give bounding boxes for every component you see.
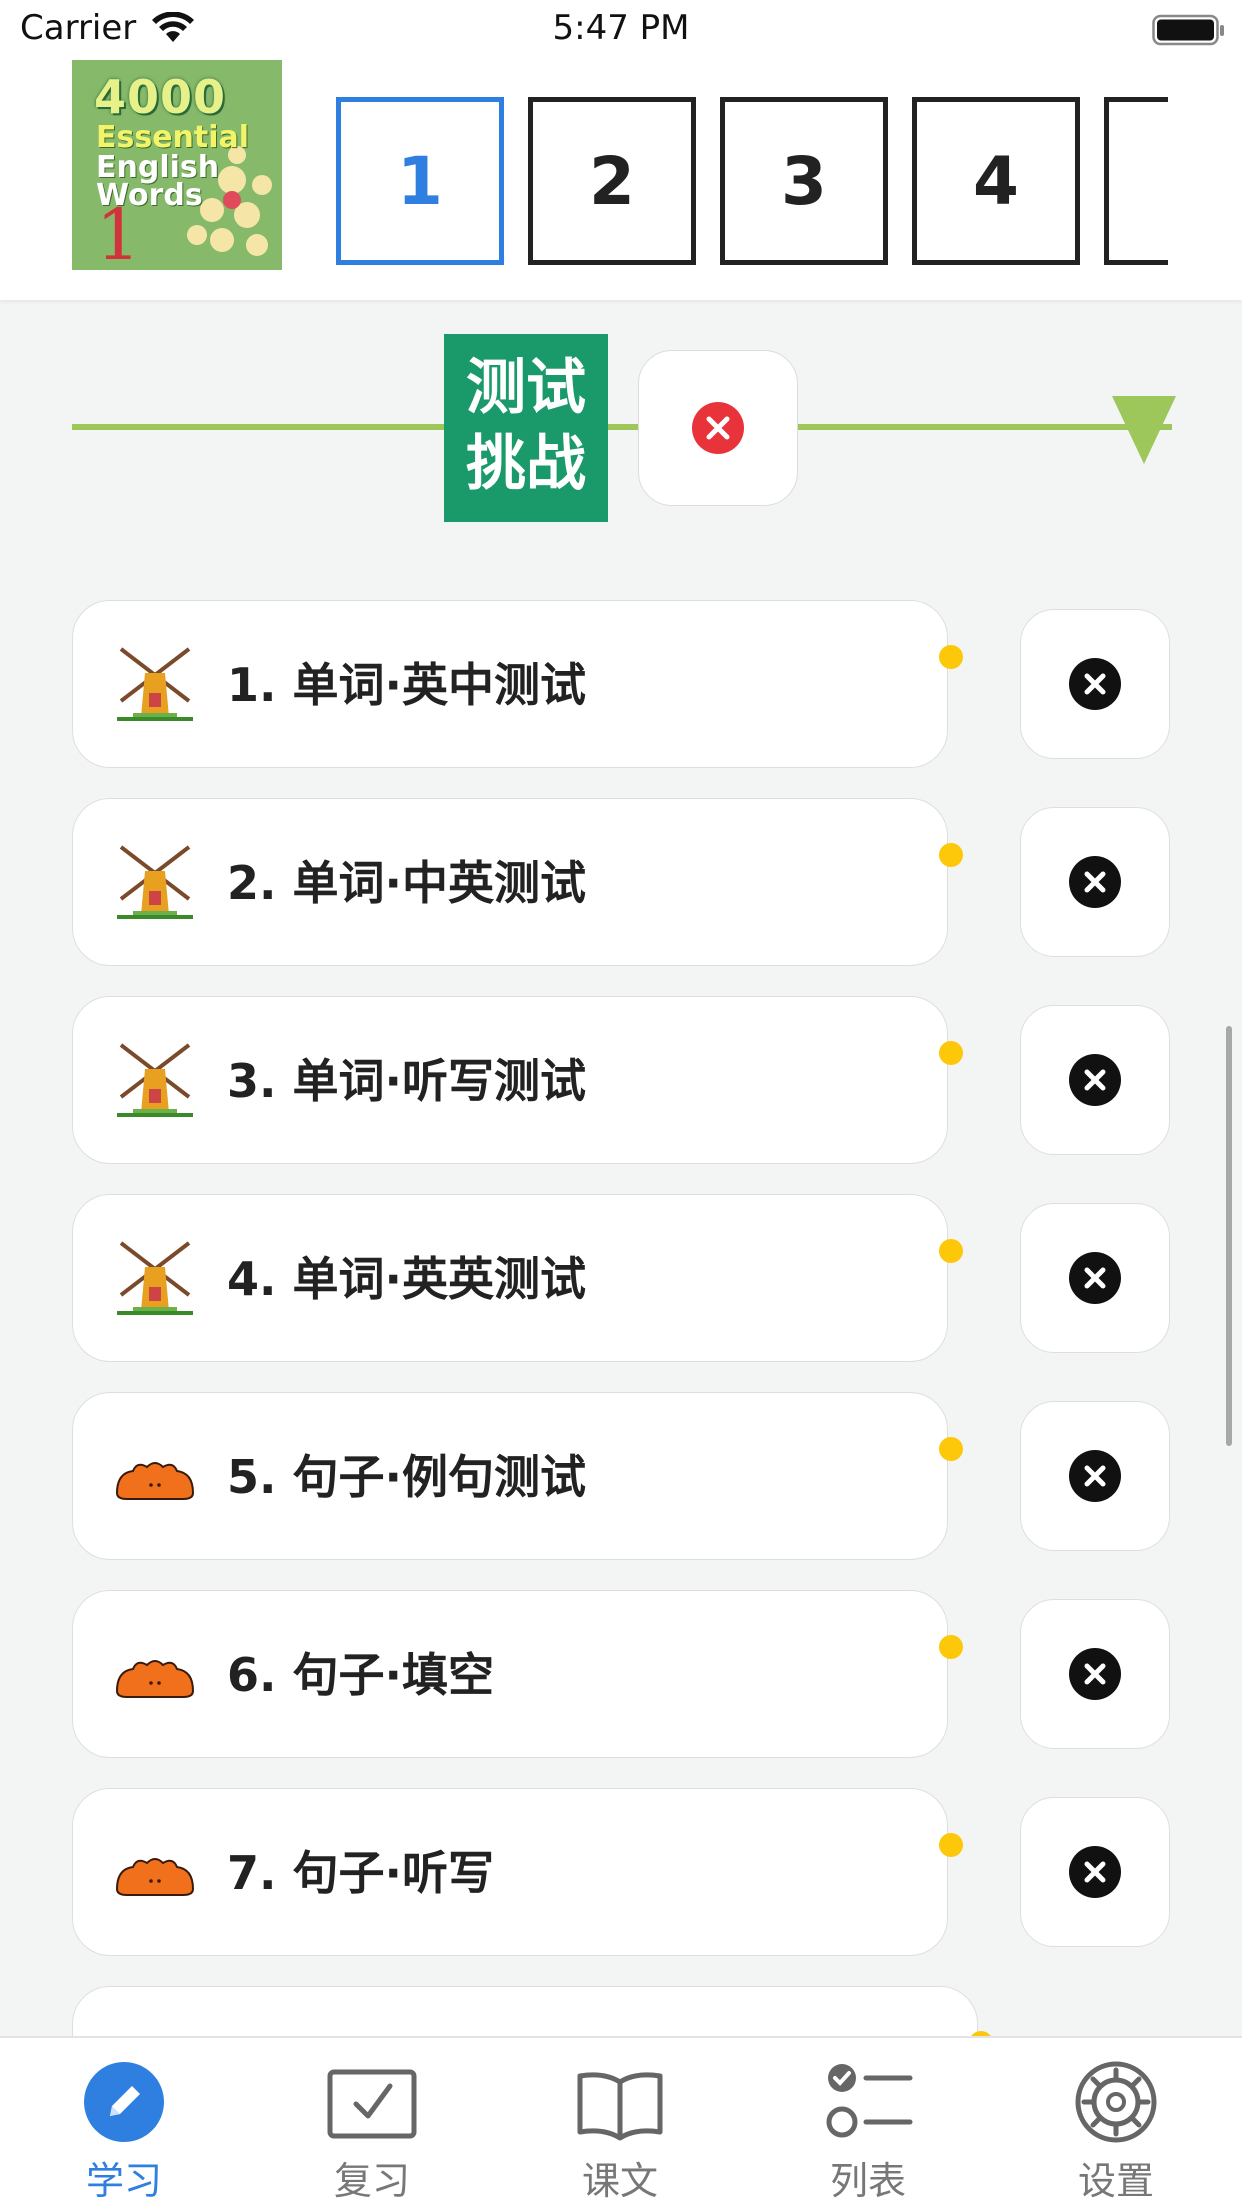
close-icon	[1069, 658, 1121, 710]
windmill-icon	[113, 843, 197, 927]
track-end-arrow-icon	[1112, 396, 1176, 468]
exercise-label: 2. 单词·中英测试	[227, 856, 586, 910]
book-cover[interactable]: 4000 Essential English Words 1	[72, 60, 282, 270]
scrollbar[interactable]	[1226, 1026, 1232, 1446]
tab-label: 列表	[829, 2159, 906, 2203]
book-icon	[574, 2056, 666, 2148]
tab-label: 设置	[1077, 2159, 1154, 2203]
exercise-status-button-2[interactable]	[1020, 807, 1170, 957]
windmill-icon	[113, 645, 197, 729]
windmill-icon	[113, 1041, 197, 1125]
exercise-status-button-7[interactable]	[1020, 1797, 1170, 1947]
header: 4000 Essential English Words 1 1 2 3 4	[0, 60, 1242, 300]
exercise-status-button-4[interactable]	[1020, 1203, 1170, 1353]
tab-label: 学习	[85, 2159, 162, 2203]
progress-track	[72, 424, 1172, 430]
battery-icon	[1152, 14, 1226, 52]
cover-title-number: 4000	[94, 70, 227, 124]
orange-creature-icon	[113, 1437, 197, 1521]
exercise-item-1[interactable]: 1. 单词·英中测试	[72, 600, 963, 768]
exercise-label: 6. 句子·填空	[227, 1648, 494, 1702]
exercise-item-2[interactable]: 2. 单词·中英测试	[72, 798, 963, 966]
unit-button-3[interactable]: 3	[720, 97, 888, 265]
exercise-status-button-5[interactable]	[1020, 1401, 1170, 1551]
unit-button-4[interactable]: 4	[912, 97, 1080, 265]
orange-creature-icon	[113, 1833, 197, 1917]
unit-selector[interactable]: 1 2 3 4	[336, 60, 1168, 300]
exercise-item-6[interactable]: 6. 句子·填空	[72, 1590, 963, 1758]
status-dot	[939, 843, 963, 867]
unit-button-5-partial[interactable]	[1104, 97, 1168, 265]
challenge-button[interactable]: 测试 挑战	[444, 334, 608, 522]
challenge-label-line2: 挑战	[466, 429, 586, 499]
exercise-item-3[interactable]: 3. 单词·听写测试	[72, 996, 963, 1164]
exercise-label: 7. 句子·听写	[227, 1846, 494, 1900]
status-bar: Carrier 5:47 PM	[0, 0, 1242, 60]
tab-label: 复习	[333, 2159, 410, 2203]
exercise-label: 1. 单词·英中测试	[227, 658, 586, 712]
close-icon	[1069, 856, 1121, 908]
clock: 5:47 PM	[552, 8, 690, 48]
tab-text[interactable]: 课文	[496, 2038, 744, 2208]
unit-button-2[interactable]: 2	[528, 97, 696, 265]
exercise-item-7[interactable]: 7. 句子·听写	[72, 1788, 963, 1956]
exercise-label: 5. 句子·例句测试	[227, 1450, 586, 1504]
exercise-status-button-3[interactable]	[1020, 1005, 1170, 1155]
status-dot	[939, 1437, 963, 1461]
close-icon	[1069, 1054, 1121, 1106]
pencil-icon	[78, 2056, 170, 2148]
status-dot	[939, 1635, 963, 1659]
tab-study[interactable]: 学习	[0, 2038, 248, 2208]
exercise-status-button-6[interactable]	[1020, 1599, 1170, 1749]
cover-volume: 1	[96, 194, 141, 270]
orange-creature-icon	[113, 1635, 197, 1719]
tab-review[interactable]: 复习	[248, 2038, 496, 2208]
close-icon	[1069, 1252, 1121, 1304]
tab-bar: 学习 复习 课文 列表 设置	[0, 2036, 1242, 2208]
windmill-icon	[113, 1239, 197, 1323]
status-dot	[939, 645, 963, 669]
checklist-icon	[822, 2056, 914, 2148]
exercise-item-4[interactable]: 4. 单词·英英测试	[72, 1194, 963, 1362]
status-dot	[939, 1041, 963, 1065]
close-icon	[1069, 1450, 1121, 1502]
challenge-label-line1: 测试	[466, 353, 586, 423]
gear-icon	[1070, 2056, 1162, 2148]
tab-list[interactable]: 列表	[744, 2038, 992, 2208]
exercise-label: 3. 单词·听写测试	[227, 1054, 586, 1108]
exercise-label: 4. 单词·英英测试	[227, 1252, 586, 1306]
exercise-status-button-1[interactable]	[1020, 609, 1170, 759]
exercise-item-5[interactable]: 5. 句子·例句测试	[72, 1392, 963, 1560]
red-close-icon	[692, 402, 744, 454]
close-icon	[1069, 1846, 1121, 1898]
unit-button-1[interactable]: 1	[336, 97, 504, 265]
checkbox-icon	[326, 2056, 418, 2148]
tab-label: 课文	[581, 2159, 658, 2203]
tab-settings[interactable]: 设置	[992, 2038, 1240, 2208]
challenge-status-button[interactable]	[638, 350, 798, 506]
status-dot	[939, 1239, 963, 1263]
close-icon	[1069, 1648, 1121, 1700]
status-dot	[939, 1833, 963, 1857]
